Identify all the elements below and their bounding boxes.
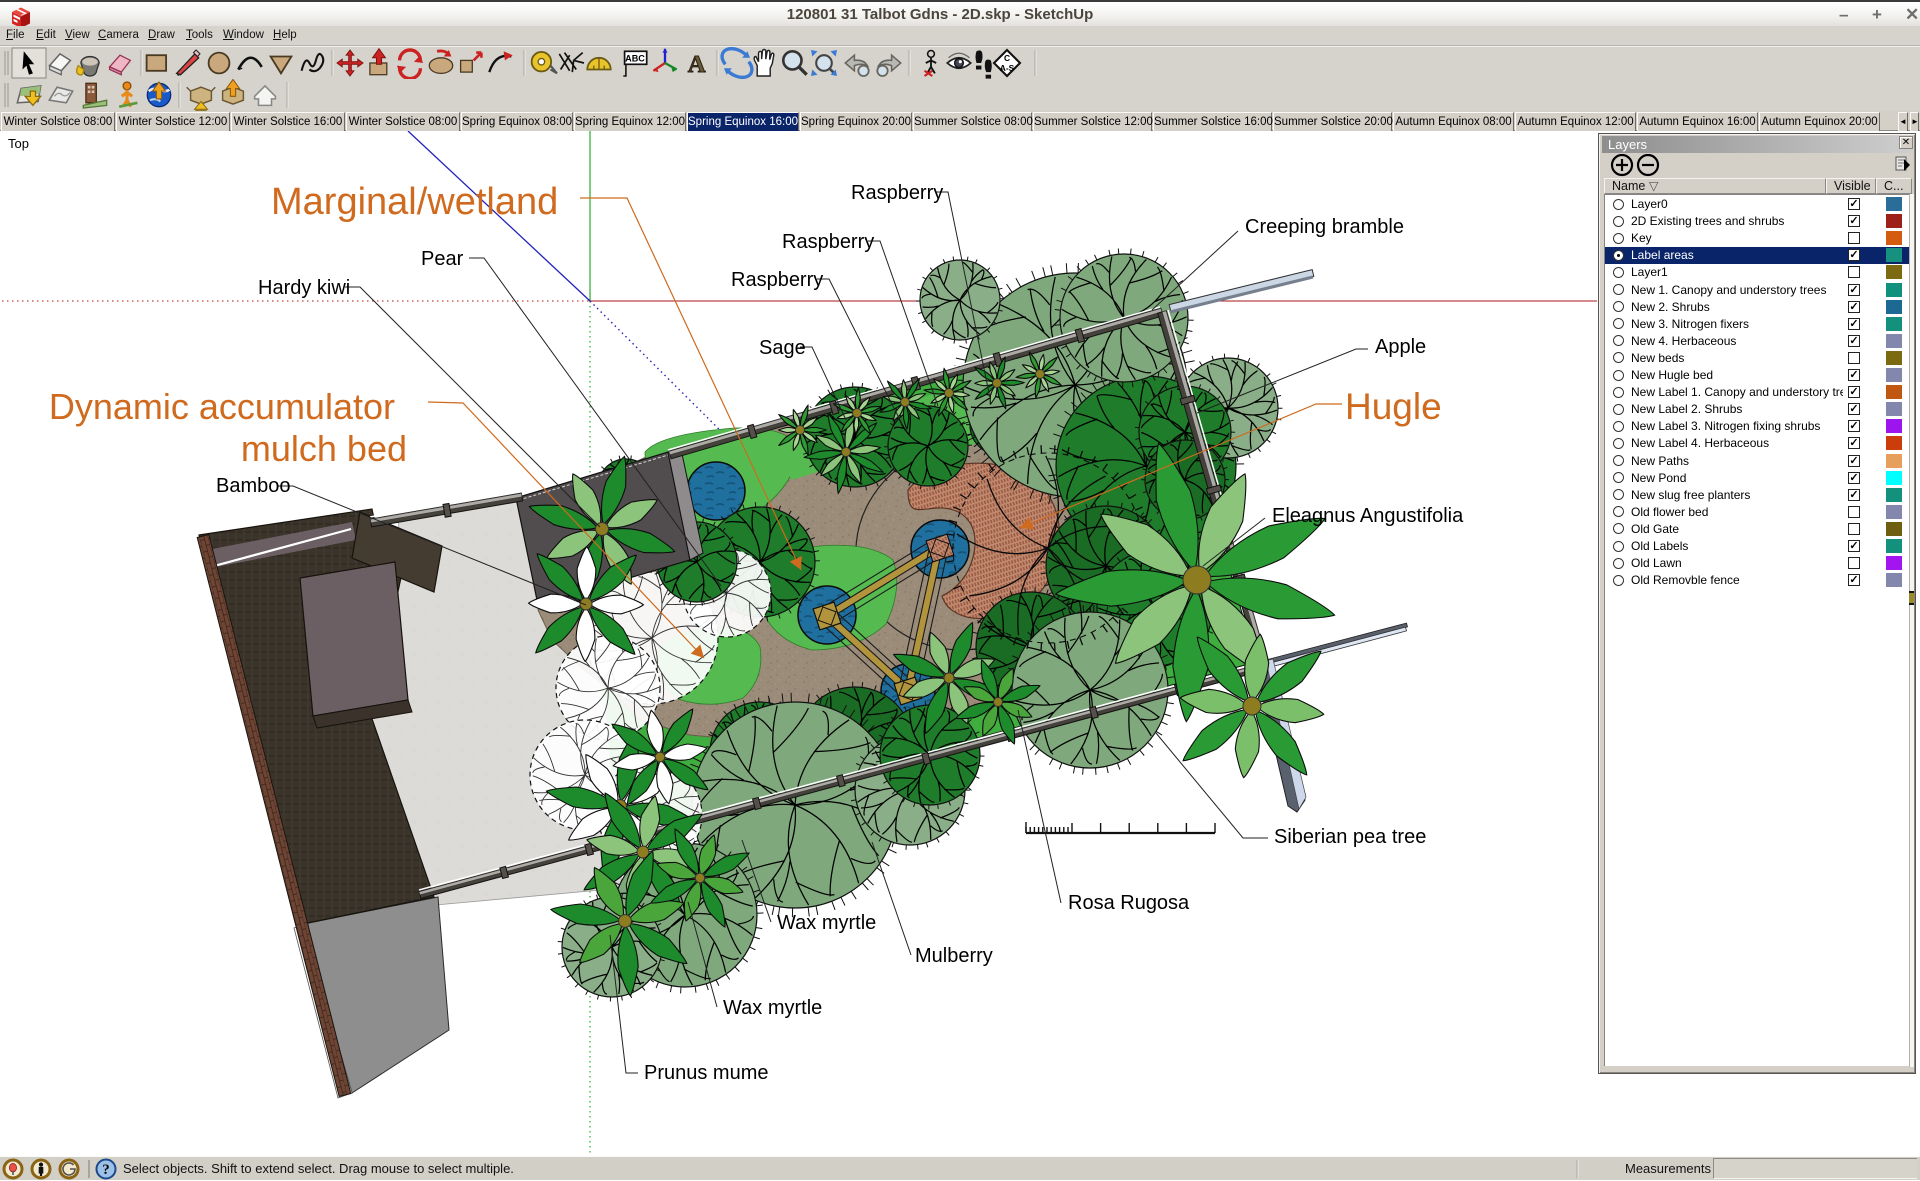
svg-text:Hugle: Hugle (1345, 386, 1442, 427)
svg-text:Creeping bramble: Creeping bramble (1245, 216, 1404, 238)
svg-text:Dynamic accumulator: Dynamic accumulator (49, 386, 395, 427)
svg-text:Sage: Sage (759, 337, 806, 359)
svg-text:A-S: A-S (1000, 63, 1015, 73)
svg-text:Raspberry: Raspberry (731, 269, 823, 291)
svg-text:Apple: Apple (1375, 336, 1426, 358)
svg-text:ABC: ABC (625, 54, 645, 64)
svg-text:Raspberry: Raspberry (782, 231, 874, 253)
svg-text:?: ? (102, 1162, 110, 1178)
svg-text:Marginal/wetland: Marginal/wetland (271, 181, 558, 223)
svg-text:Pear: Pear (421, 248, 464, 270)
svg-text:Rosa Rugosa: Rosa Rugosa (1068, 892, 1190, 914)
svg-text:A: A (688, 51, 706, 78)
svg-text:mulch bed: mulch bed (241, 428, 407, 469)
svg-text:Mulberry: Mulberry (915, 945, 993, 967)
svg-text:Wax myrtle: Wax myrtle (723, 997, 822, 1019)
svg-text:Prunus mume: Prunus mume (644, 1062, 769, 1084)
svg-text:Siberian pea tree: Siberian pea tree (1274, 826, 1426, 848)
svg-text:Raspberry: Raspberry (851, 182, 943, 204)
svg-text:Wax myrtle: Wax myrtle (777, 912, 876, 934)
svg-text:Hardy kiwi: Hardy kiwi (258, 277, 350, 299)
svg-text:Eleagnus Angustifolia: Eleagnus Angustifolia (1272, 505, 1464, 527)
svg-text:Bamboo: Bamboo (216, 475, 291, 497)
svg-text:C: C (1004, 53, 1010, 63)
